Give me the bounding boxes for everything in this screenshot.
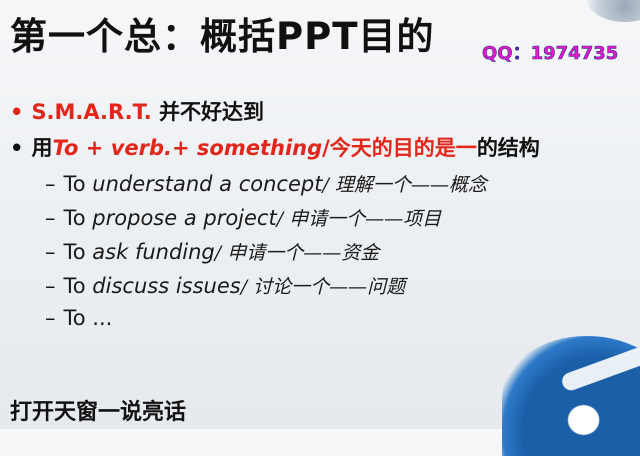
sub-phrase: ... xyxy=(92,306,113,330)
sub-phrase: understand a concept xyxy=(92,172,323,196)
sub-item: – To ask funding/ 申请一个——资金 xyxy=(45,238,379,265)
sub-dash: – xyxy=(45,240,56,264)
structure-prefix: 用 xyxy=(31,136,53,160)
sub-phrase: discuss issues xyxy=(92,274,241,298)
smart-label: S.M.A.R.T. xyxy=(31,100,152,124)
sub-zh: / 申请一个——项目 xyxy=(276,208,442,230)
sub-item: – To ... xyxy=(45,306,112,330)
structure-formula: To + verb.+ something xyxy=(52,136,323,160)
sub-dash: – xyxy=(45,172,56,196)
bullet-structure: • 用To + verb.+ something/今天的目的是一的结构 xyxy=(10,132,540,162)
sub-to: To xyxy=(63,172,93,196)
slide-title: 第一个总：概括PPT目的 xyxy=(10,15,435,58)
sub-dash: – xyxy=(45,306,56,330)
sub-item: – To understand a concept/ 理解一个——概念 xyxy=(45,170,487,197)
sub-to: To xyxy=(63,240,93,264)
sub-dash: – xyxy=(45,274,56,298)
sub-zh: / 申请一个——资金 xyxy=(214,242,380,264)
structure-suffix: 的结构 xyxy=(476,136,540,160)
sub-zh: / 讨论一个——问题 xyxy=(240,276,406,298)
sub-dash: – xyxy=(45,206,56,230)
decorative-orb xyxy=(585,0,640,22)
smart-text: 并不好达到 xyxy=(151,100,264,124)
sub-item: – To propose a project/ 申请一个——项目 xyxy=(45,204,441,231)
footer-text: 打开天窗一说亮话 xyxy=(10,400,187,425)
sub-phrase: propose a project xyxy=(92,206,277,230)
bullet-dot: • xyxy=(10,100,24,124)
sub-to: To xyxy=(63,274,93,298)
bullet-dot: • xyxy=(10,136,24,160)
sub-to: To xyxy=(63,206,93,230)
structure-formula-suffix: /今天的目的是一 xyxy=(322,136,477,160)
qq-watermark: QQ：1974735 xyxy=(482,43,619,65)
sub-item: – To discuss issues/ 讨论一个——问题 xyxy=(45,272,405,299)
sub-to: To xyxy=(63,306,93,330)
sub-zh: / 理解一个——概念 xyxy=(322,174,487,196)
bullet-smart: • S.M.A.R.T. 并不好达到 xyxy=(10,96,264,126)
sub-phrase: ask funding xyxy=(92,240,215,264)
